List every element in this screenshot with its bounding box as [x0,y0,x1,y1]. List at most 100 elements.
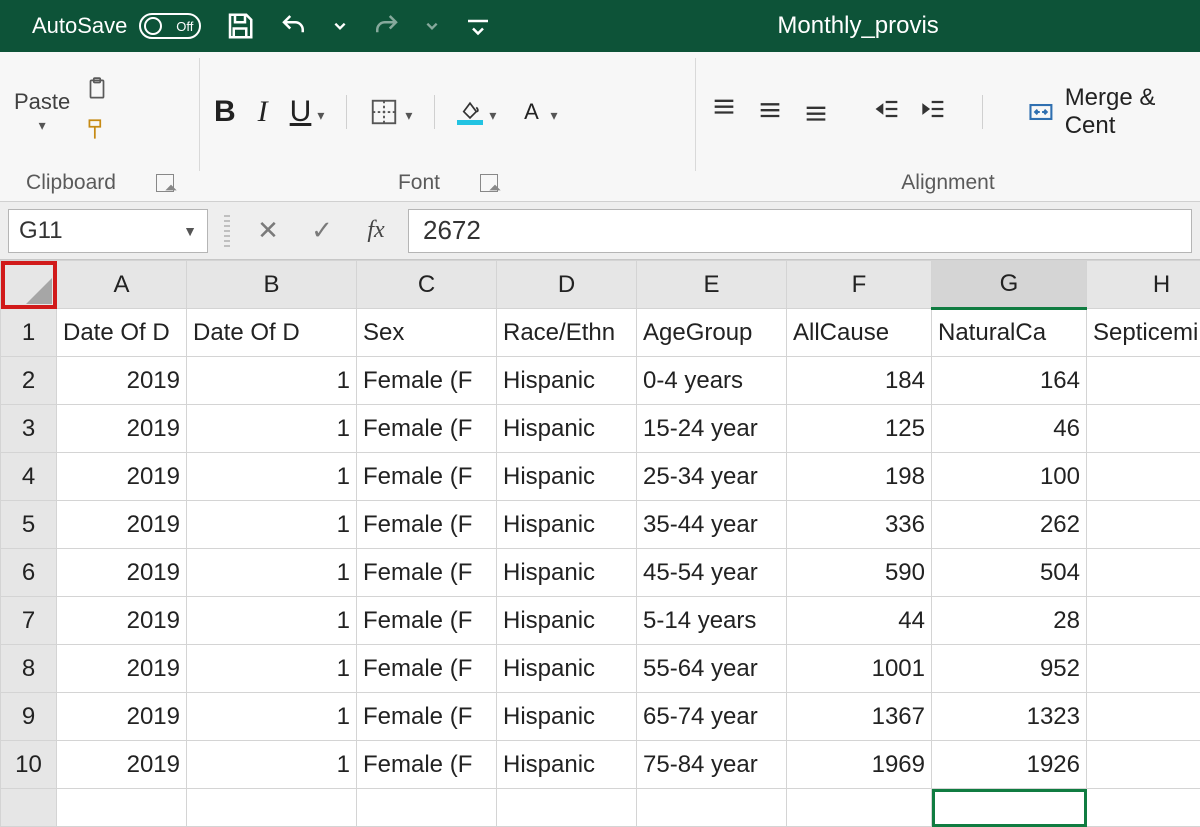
cell[interactable] [1087,597,1200,645]
borders-dropdown-icon[interactable] [405,96,412,127]
cell[interactable] [1087,357,1200,405]
cell[interactable]: Female (F [357,357,497,405]
select-all-corner[interactable] [1,261,57,309]
formula-input[interactable]: 2672 [408,209,1192,253]
cell[interactable]: 2019 [57,453,187,501]
increase-indent-icon[interactable] [920,95,948,128]
cell[interactable]: 504 [932,549,1087,597]
cell[interactable]: 20 [1087,645,1200,693]
cell[interactable] [1087,549,1200,597]
name-box[interactable]: G11 ▼ [8,209,208,253]
cell[interactable]: 55-64 year [637,645,787,693]
cell[interactable] [787,789,932,827]
cell[interactable]: 1 [187,549,357,597]
cell[interactable]: 44 [787,597,932,645]
cell[interactable]: 0-4 years [637,357,787,405]
cell[interactable]: 1 [187,357,357,405]
formula-bar-grip[interactable] [224,215,230,247]
cell[interactable]: 184 [787,357,932,405]
col-header-G[interactable]: G [932,261,1087,309]
row-header[interactable]: 10 [1,741,57,789]
row-header[interactable]: 6 [1,549,57,597]
cell[interactable]: 1969 [787,741,932,789]
cell[interactable]: 2019 [57,645,187,693]
name-box-dropdown-icon[interactable]: ▼ [183,223,197,239]
cell[interactable] [932,789,1087,827]
cell[interactable]: AllCause [787,309,932,357]
cell[interactable]: Female (F [357,549,497,597]
row-header[interactable]: 4 [1,453,57,501]
cell[interactable] [357,789,497,827]
row-header[interactable]: 1 [1,309,57,357]
align-bottom-icon[interactable] [802,95,830,128]
cell[interactable]: 5-14 years [637,597,787,645]
cell[interactable]: 0 [1087,405,1200,453]
cell[interactable]: 2019 [57,693,187,741]
font-launcher-icon[interactable] [480,174,498,192]
bold-button[interactable]: B [214,95,236,129]
cell[interactable]: 1323 [932,693,1087,741]
cell[interactable]: 65-74 year [637,693,787,741]
cell[interactable]: 1 [187,741,357,789]
col-header-H[interactable]: H [1087,261,1200,309]
cell[interactable]: 2019 [57,501,187,549]
cell[interactable]: Female (F [357,741,497,789]
qat-customize-icon[interactable] [463,11,493,41]
cell[interactable]: 125 [787,405,932,453]
redo-dropdown-icon[interactable] [425,11,439,41]
cell[interactable]: Hispanic [497,597,637,645]
cell[interactable]: Sex [357,309,497,357]
accept-formula-icon[interactable]: ✓ [300,209,344,253]
cell[interactable]: 25-34 year [637,453,787,501]
fill-color-button[interactable] [457,96,496,127]
row-header[interactable] [1,789,57,827]
font-color-button[interactable]: A [518,96,557,127]
cell[interactable]: Hispanic [497,741,637,789]
cell[interactable]: 75-84 year [637,741,787,789]
cell[interactable]: 15-24 year [637,405,787,453]
cell[interactable]: 590 [787,549,932,597]
cell[interactable]: 2019 [57,405,187,453]
cell[interactable]: Hispanic [497,453,637,501]
autosave-toggle[interactable]: AutoSave Off [32,13,201,39]
cell[interactable]: 198 [787,453,932,501]
cell[interactable] [1087,501,1200,549]
insert-function-icon[interactable]: fx [354,209,398,253]
fill-color-dropdown-icon[interactable] [489,96,496,127]
cell[interactable]: 1367 [787,693,932,741]
clipboard-launcher-icon[interactable] [156,174,174,192]
cell[interactable] [57,789,187,827]
col-header-A[interactable]: A [57,261,187,309]
paste-button[interactable]: Paste ▾ [14,89,70,134]
cell[interactable]: 2019 [57,357,187,405]
cell[interactable]: Date Of D [187,309,357,357]
cell[interactable]: 1 [187,501,357,549]
cell[interactable] [637,789,787,827]
cell[interactable]: Female (F [357,453,497,501]
row-header[interactable]: 8 [1,645,57,693]
cell[interactable]: Date Of D [57,309,187,357]
cell[interactable]: 45-54 year [637,549,787,597]
col-header-C[interactable]: C [357,261,497,309]
merge-center-button[interactable]: Merge & Cent [1027,84,1186,140]
font-color-dropdown-icon[interactable] [550,96,557,127]
cell[interactable]: 336 [787,501,932,549]
align-middle-icon[interactable] [756,95,784,128]
cell[interactable]: 28 [932,597,1087,645]
col-header-D[interactable]: D [497,261,637,309]
cell[interactable]: 2019 [57,741,187,789]
decrease-indent-icon[interactable] [874,95,902,128]
cell[interactable]: 1 [187,453,357,501]
cell[interactable]: Female (F [357,501,497,549]
cell[interactable] [187,789,357,827]
cell[interactable]: 1 [187,597,357,645]
cell[interactable]: 35-44 year [637,501,787,549]
cell[interactable]: 34 [1087,741,1200,789]
spreadsheet-grid[interactable]: A B C D E F G H 1Date Of DDate Of DSexRa… [0,260,1200,827]
cell[interactable]: 22 [1087,693,1200,741]
row-header[interactable]: 2 [1,357,57,405]
cell[interactable]: Female (F [357,597,497,645]
cell[interactable]: Female (F [357,405,497,453]
cell[interactable]: 100 [932,453,1087,501]
cell[interactable]: Hispanic [497,549,637,597]
